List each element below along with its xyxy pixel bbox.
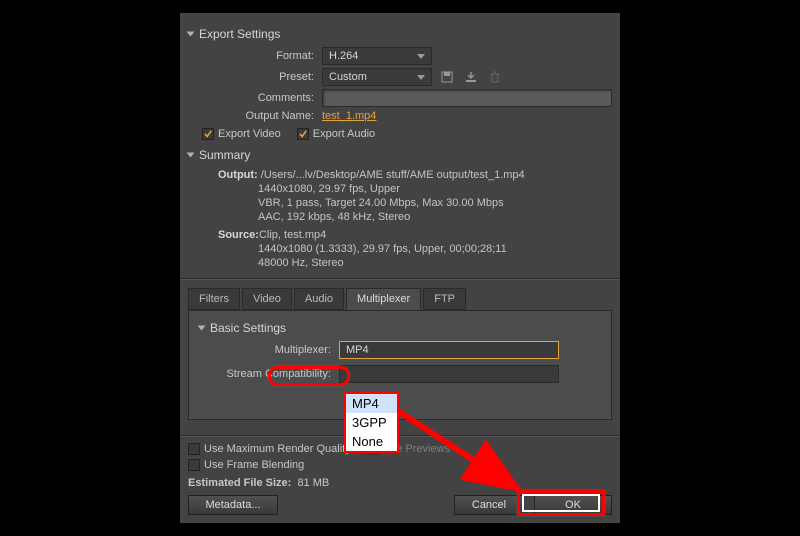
- max-render-quality-label: Use Maximum Render Quality: [204, 443, 351, 455]
- save-preset-icon[interactable]: [440, 70, 454, 84]
- max-render-quality-checkbox[interactable]: Use Maximum Render Quality Use Previews: [188, 443, 612, 455]
- file-size-value: 81 MB: [297, 477, 329, 489]
- comments-label: Comments:: [202, 92, 322, 104]
- preset-label: Preset:: [202, 71, 322, 83]
- summary-output-line2: VBR, 1 pass, Target 24.00 Mbps, Max 30.0…: [258, 196, 504, 210]
- summary-header[interactable]: Summary: [188, 148, 612, 162]
- tab-bar: Filters Video Audio Multiplexer FTP: [180, 288, 620, 310]
- preset-select[interactable]: Custom: [322, 68, 432, 86]
- export-settings-panel: Export Settings Format: H.264 Preset: Cu…: [180, 13, 620, 523]
- multiplexer-dropdown-menu[interactable]: MP4 3GPP None: [344, 392, 399, 453]
- output-name-label: Output Name:: [202, 110, 322, 122]
- export-audio-checkbox[interactable]: Export Audio: [297, 128, 375, 140]
- summary-source-line1: 1440x1080 (1.3333), 29.97 fps, Upper, 00…: [258, 242, 507, 256]
- chevron-down-icon: [417, 75, 425, 80]
- tab-video[interactable]: Video: [242, 288, 292, 310]
- multiplexer-option-3gpp[interactable]: 3GPP: [346, 413, 397, 432]
- frame-blending-label: Use Frame Blending: [204, 459, 304, 471]
- preset-value: Custom: [329, 71, 367, 83]
- frame-blending-checkbox[interactable]: Use Frame Blending: [188, 459, 612, 471]
- multiplexer-label: Multiplexer:: [199, 344, 339, 356]
- multiplexer-option-mp4[interactable]: MP4: [346, 394, 397, 413]
- tab-ftp[interactable]: FTP: [423, 288, 466, 310]
- summary-output: Output: /Users/...lv/Desktop/AME stuff/A…: [218, 168, 612, 224]
- import-preset-icon[interactable]: [464, 70, 478, 84]
- stream-compat-select[interactable]: [339, 365, 559, 383]
- basic-settings-title: Basic Settings: [210, 321, 286, 335]
- multiplexer-value: MP4: [346, 344, 369, 356]
- format-label: Format:: [202, 50, 322, 62]
- export-audio-label: Export Audio: [313, 128, 375, 140]
- stream-compat-label: Stream Compatibility:: [199, 368, 339, 380]
- summary-output-line1: 1440x1080, 29.97 fps, Upper: [258, 182, 400, 196]
- summary-source-line0: Clip, test.mp4: [259, 229, 326, 241]
- comments-field[interactable]: [322, 89, 612, 107]
- multiplexer-option-none[interactable]: None: [346, 432, 397, 451]
- disclosure-triangle-icon: [198, 326, 206, 331]
- export-settings-header[interactable]: Export Settings: [188, 27, 612, 41]
- summary-output-line0: /Users/...lv/Desktop/AME stuff/AME outpu…: [261, 169, 525, 181]
- format-select[interactable]: H.264: [322, 47, 432, 65]
- format-value: H.264: [329, 50, 358, 62]
- tab-audio[interactable]: Audio: [294, 288, 344, 310]
- basic-settings-header[interactable]: Basic Settings: [199, 321, 601, 335]
- summary-output-label: Output:: [218, 169, 258, 181]
- disclosure-triangle-icon: [187, 32, 195, 37]
- tab-filters[interactable]: Filters: [188, 288, 240, 310]
- export-video-checkbox[interactable]: Export Video: [202, 128, 281, 140]
- cancel-button[interactable]: Cancel: [454, 495, 524, 515]
- tab-multiplexer[interactable]: Multiplexer: [346, 288, 421, 310]
- footer: Use Maximum Render Quality Use Previews …: [188, 435, 612, 515]
- chevron-down-icon: [417, 54, 425, 59]
- summary-title: Summary: [199, 148, 250, 162]
- tab-body-multiplexer: Basic Settings Multiplexer: MP4 Stream C…: [188, 310, 612, 420]
- ok-button[interactable]: OK: [534, 495, 612, 515]
- summary-source: Source:Clip, test.mp4 1440x1080 (1.3333)…: [218, 228, 612, 270]
- delete-preset-icon[interactable]: [488, 70, 502, 84]
- metadata-button[interactable]: Metadata...: [188, 495, 278, 515]
- export-video-label: Export Video: [218, 128, 281, 140]
- summary-output-line3: AAC, 192 kbps, 48 kHz, Stereo: [258, 210, 410, 224]
- disclosure-triangle-icon: [187, 153, 195, 158]
- summary-source-line2: 48000 Hz, Stereo: [258, 256, 344, 270]
- summary-source-label: Source:: [218, 229, 259, 241]
- output-name-link[interactable]: test_1.mp4: [322, 110, 376, 122]
- file-size-label: Estimated File Size:: [188, 477, 291, 489]
- export-settings-title: Export Settings: [199, 27, 280, 41]
- multiplexer-select[interactable]: MP4: [339, 341, 559, 359]
